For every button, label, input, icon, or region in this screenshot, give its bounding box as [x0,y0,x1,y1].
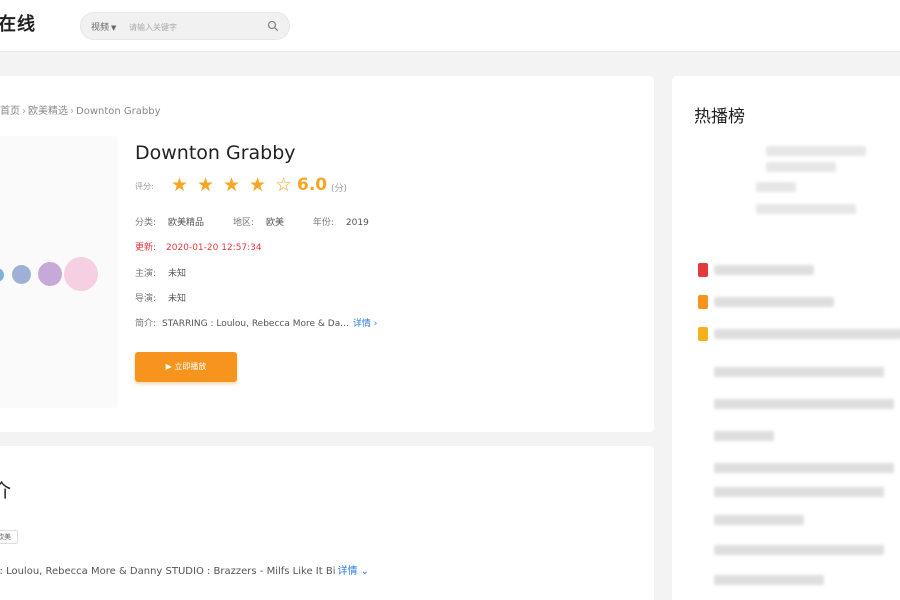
search-icon[interactable] [267,20,279,32]
region-value: 欧美 [265,218,284,228]
rating-label: 评分: [135,182,154,191]
play-now-button[interactable]: ▶ 立即播放 [135,352,237,382]
ranking-item[interactable] [694,326,900,342]
breadcrumb-current: Downton Grabby [76,106,161,117]
featured-item-blurred[interactable] [702,140,900,230]
ranking-item[interactable] [694,542,894,558]
rating-score-unit: (分) [331,184,348,194]
actor-label: 主演: [135,269,157,279]
ranking-item-title-blurred [714,265,814,275]
genre-tag[interactable]: 欧美 [0,530,18,544]
breadcrumb-category[interactable]: 欧美精选 [28,106,68,117]
chevron-down-icon: ▼ [111,24,117,32]
meta-row-director: 导演: 未知 [135,291,186,304]
intro-body: S : Loulou, Rebecca More & Danny STUDIO … [0,566,336,577]
year-value: 2019 [345,218,369,228]
star-filled-icon: ★ [223,174,241,196]
ranking-item-title-blurred [714,297,834,307]
rating-score: 6.0 [297,175,328,195]
ranking-item-title-blurred [714,399,894,409]
ranking-item-title-blurred [714,463,894,473]
star-filled-icon: ★ [197,174,215,196]
rank-marker [698,295,708,309]
summary-detail-link[interactable]: 详情 › [353,319,377,329]
ranking-item-title-blurred [714,367,884,377]
movie-detail-card: 首页 › 欧美精选 › Downton Grabby Downton Grabby 评分… [0,76,654,432]
year-label: 年份: [312,218,334,228]
rank-marker [698,397,708,411]
intro-heading: 介 [0,480,12,502]
ranking-item[interactable] [694,572,894,588]
ranking-item-title-blurred [714,431,774,441]
star-empty-icon: ☆ [275,174,293,196]
rating-stars: ★ ★ ★ ★ ☆ [171,174,301,196]
meta-row-updated: 更新: 2020-01-20 12:57:34 [135,240,262,253]
top-navbar: 在线 视频 ▼ [0,0,900,52]
rank-marker [698,327,708,341]
star-filled-icon: ★ [249,174,267,196]
rank-marker [698,513,708,527]
hot-ranking-panel: 热播榜 [672,76,900,600]
meta-row-actor: 主演: 未知 [135,266,186,279]
star-filled-icon: ★ [171,174,189,196]
breadcrumb: 首页 › 欧美精选 › Downton Grabby [0,106,161,117]
search-scope-select[interactable]: 视频 ▼ [91,20,116,33]
search-scope-label: 视频 [91,23,110,33]
ranking-item[interactable] [694,262,894,278]
ranking-item-title-blurred [714,487,884,497]
actor-value: 未知 [168,269,187,279]
poster-placeholder-dots [0,256,100,296]
breadcrumb-home[interactable]: 首页 [0,106,20,117]
meta-row-summary: 简介: STARRING : Loulou, Rebecca More & Da.… [135,316,377,329]
search-box: 视频 ▼ [80,12,290,40]
summary-value: STARRING : Loulou, Rebecca More & Da... [162,319,349,329]
search-input[interactable] [129,18,259,36]
director-label: 导演: [135,294,157,304]
meta-row-category: 分类: 欧美精品 地区: 欧美 年份: 2019 [135,215,369,228]
ranking-item[interactable] [694,364,894,380]
site-logo[interactable]: 在线 [0,10,36,36]
updated-value: 2020-01-20 12:57:34 [166,243,262,253]
intro-detail-link[interactable]: 详情 ⌄ [337,566,369,577]
summary-label: 简介: [135,319,157,329]
ranking-item-title-blurred [714,515,804,525]
rank-marker [698,543,708,557]
updated-label: 更新: [135,243,157,253]
ranking-item[interactable] [694,428,894,444]
ranking-item[interactable] [694,294,894,310]
ranking-item-title-blurred [714,545,884,555]
director-value: 未知 [168,294,187,304]
ranking-item[interactable] [694,512,894,528]
intro-card: 介 欧美 S : Loulou, Rebecca More & Danny ST… [0,446,654,600]
intro-text: S : Loulou, Rebecca More & Danny STUDIO … [0,562,369,577]
category-value[interactable]: 欧美精品 [168,218,204,228]
ranking-item-title-blurred [714,329,900,339]
ranking-item-title-blurred [714,575,824,585]
movie-title: Downton Grabby [135,142,296,164]
rank-marker [698,485,708,499]
ranking-item[interactable] [694,460,894,476]
ranking-item[interactable] [694,484,894,500]
rank-marker [698,429,708,443]
ranking-item[interactable] [694,396,894,412]
region-label: 地区: [232,218,254,228]
category-label: 分类: [135,218,157,228]
rank-marker [698,263,708,277]
rank-marker [698,365,708,379]
hot-ranking-title: 热播榜 [694,107,745,127]
rank-marker [698,461,708,475]
movie-poster[interactable] [0,136,118,408]
rank-marker [698,573,708,587]
